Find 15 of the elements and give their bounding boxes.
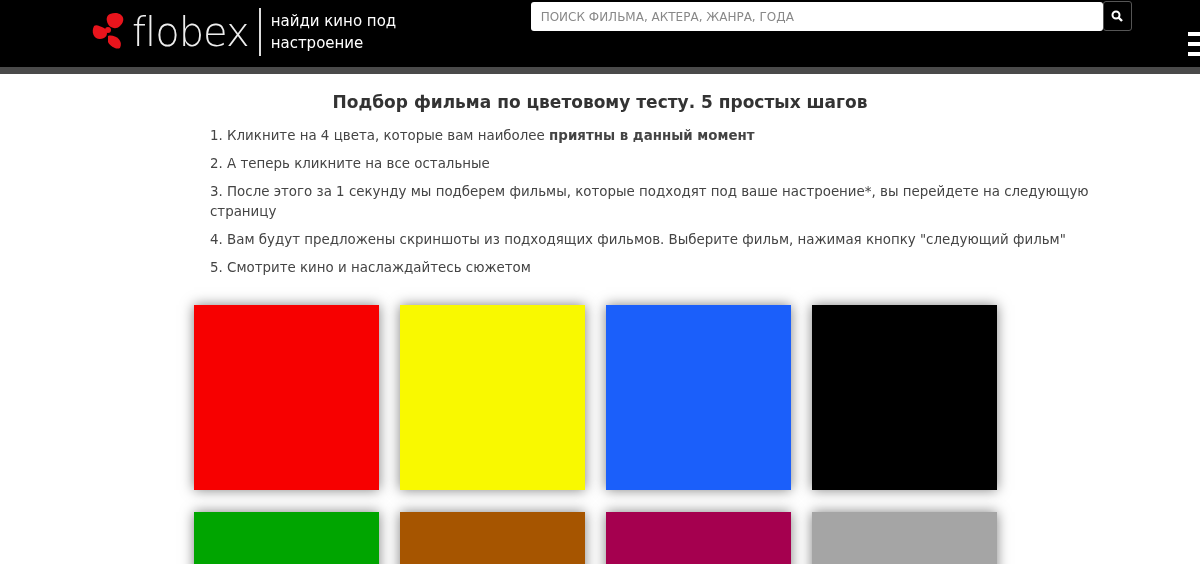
search-field[interactable]: ПОИСК ФИЛЬМА, АКТЕРА, ЖАНРА, ГОДА	[530, 2, 1103, 31]
search-button[interactable]	[1102, 1, 1132, 31]
tagline: найди кино под настроение	[270, 11, 398, 54]
color-tile[interactable]	[194, 305, 379, 490]
step-text: 4. Вам будут предложены скриншоты из подходящих фильмов. Выберите фильм, нажимая кнопку "следующий фильм"	[210, 231, 1067, 249]
color-tile[interactable]	[812, 305, 997, 490]
step-text: 1. Кликните на 4 цвета, которые вам наиболее приятны в данный момент	[210, 127, 756, 145]
logo-text[interactable]: flobex	[132, 12, 249, 52]
step-text: 3. После этого за 1 секунду мы подберем фильмы, которые подходят под ваше настроение*, вы перейдете на следующую страницу	[210, 183, 1090, 221]
step-text: 5. Смотрите кино и наслаждайтесь сюжетом	[210, 259, 532, 277]
page-title: Подбор фильма по цветовому тесту. 5 простых шагов	[331, 92, 869, 112]
search-icon	[1111, 10, 1124, 22]
color-tile[interactable]	[606, 305, 791, 490]
step-text: 2. А теперь кликните на все остальные	[210, 155, 491, 173]
color-tile[interactable]	[400, 305, 585, 490]
